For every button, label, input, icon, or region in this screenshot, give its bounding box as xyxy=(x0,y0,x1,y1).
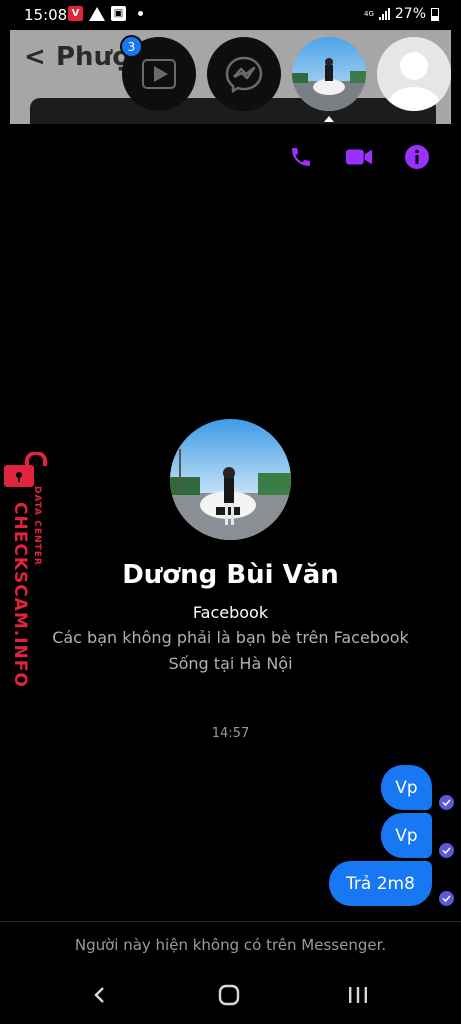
recent-apps-icon xyxy=(349,987,367,1003)
video-play-icon xyxy=(142,59,176,89)
v-app-icon: V xyxy=(68,6,83,21)
footer-divider xyxy=(0,921,461,922)
battery-level: 27% xyxy=(394,6,426,22)
message-bubble[interactable]: Vp xyxy=(381,813,432,858)
faded-back-icon: < xyxy=(24,42,46,72)
battery-icon xyxy=(431,7,439,21)
chat-actions xyxy=(0,143,461,173)
status-bar: 15:08 V ▣ 4G 27% xyxy=(0,0,461,30)
signal-icon xyxy=(378,8,390,20)
messenger-icon xyxy=(225,56,263,94)
seen-check-icon xyxy=(439,891,454,906)
notification-count-badge: 3 xyxy=(120,35,143,58)
status-right: 4G 27% xyxy=(364,6,439,22)
info-icon xyxy=(405,145,429,169)
friendship-status: Các bạn không phải là bạn bè trên Facebo… xyxy=(52,628,409,647)
network-type-label: 4G xyxy=(363,9,374,18)
contact-photo-image xyxy=(292,37,366,111)
seen-check-icon xyxy=(439,795,454,810)
status-notification-icons: V ▣ xyxy=(68,6,143,21)
video-call-button[interactable] xyxy=(345,143,373,171)
info-button[interactable] xyxy=(403,143,431,171)
lock-icon xyxy=(4,452,47,487)
warning-icon xyxy=(89,6,105,21)
home-icon xyxy=(218,984,240,1006)
message-bubble[interactable]: Trả 2m8 xyxy=(329,861,432,906)
default-avatar-icon xyxy=(377,37,451,111)
profile-photo-image xyxy=(170,419,291,540)
more-notifications-icon xyxy=(138,11,143,16)
contact-photo-bubble[interactable] xyxy=(292,37,366,111)
status-time: 15:08 xyxy=(24,6,68,24)
chat-heads-overlay: < Phượ hi 3 xyxy=(10,30,451,124)
nav-home-button[interactable] xyxy=(209,975,249,1015)
watermark-text: CHECKSCAM.INFO xyxy=(10,502,30,688)
bubble-pointer xyxy=(324,116,334,122)
watermark-subtext: DATA CENTER xyxy=(32,486,42,566)
nav-back-button[interactable] xyxy=(80,975,120,1015)
message-timestamp: 14:57 xyxy=(211,726,250,741)
unavailable-notice: Người này hiện không có trên Messenger. xyxy=(74,936,387,954)
app-notification-icon: ▣ xyxy=(111,6,126,21)
back-icon xyxy=(94,987,104,1003)
checkscam-watermark: DATA CENTER CHECKSCAM.INFO xyxy=(0,452,56,692)
nav-recent-button[interactable] xyxy=(338,975,378,1015)
video-camera-icon xyxy=(345,149,373,165)
messenger-bubble[interactable] xyxy=(207,37,281,111)
call-button[interactable] xyxy=(287,143,315,171)
message-bubble[interactable]: Vp xyxy=(381,765,432,810)
system-nav-bar xyxy=(0,975,461,1015)
profile-name: Dương Bùi Văn xyxy=(122,560,339,590)
default-avatar-bubble[interactable] xyxy=(377,37,451,111)
phone-icon xyxy=(292,148,310,166)
profile-source: Facebook xyxy=(192,603,269,622)
seen-check-icon xyxy=(439,843,454,858)
location-info: Sống tại Hà Nội xyxy=(168,654,293,673)
profile-avatar xyxy=(170,419,291,540)
